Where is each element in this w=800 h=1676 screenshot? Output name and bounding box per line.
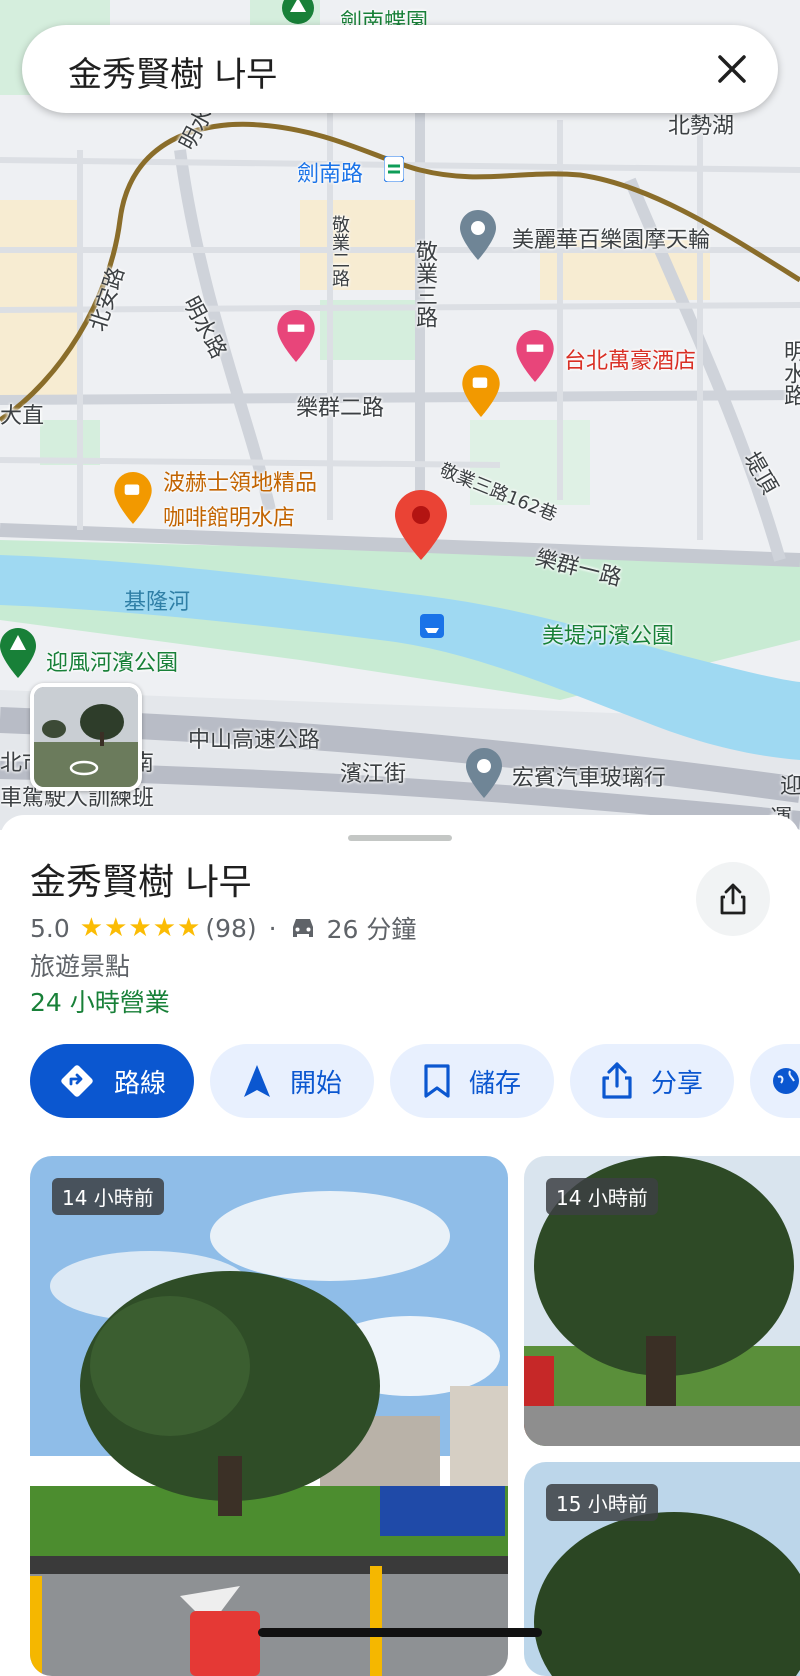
- place-title: 金秀賢樹 나무: [30, 862, 252, 903]
- cafe-pin-icon[interactable]: [114, 472, 152, 526]
- start-label: 開始: [289, 1068, 342, 1099]
- photo-secondary[interactable]: 14 小時前: [524, 1156, 800, 1446]
- rating-row: 5.0 ★★★★★ (98) · 26 分鐘: [30, 910, 416, 946]
- separator: ·: [268, 913, 277, 943]
- rating-value: 5.0: [30, 913, 70, 943]
- street-view-thumbnail[interactable]: [30, 683, 142, 791]
- map-label: 宏賓汽車玻璃行: [512, 766, 667, 791]
- directions-icon: [61, 1065, 93, 1097]
- map-label: 敬業二路: [329, 215, 350, 287]
- map-label: 迎: [780, 774, 800, 799]
- globe-icon: [773, 1068, 799, 1094]
- park-pin-icon[interactable]: [0, 628, 36, 680]
- photo-tertiary[interactable]: 15 小時前: [524, 1462, 800, 1676]
- search-bar[interactable]: 金秀賢樹 나무: [22, 25, 778, 113]
- drive-time: 26 分鐘: [326, 915, 417, 944]
- hotel-pin-icon[interactable]: [277, 310, 315, 364]
- map-label: 咖啡館明水店: [163, 506, 296, 531]
- map-label: 濱江街: [340, 762, 407, 787]
- sheet-drag-handle[interactable]: [348, 835, 452, 841]
- map-label: 波赫士領地精品: [163, 471, 318, 496]
- photo-timestamp: 14 小時前: [546, 1178, 658, 1215]
- rotate-360-icon: [69, 760, 99, 776]
- map-label: 基隆河: [124, 590, 191, 615]
- tree-photo: [30, 1156, 508, 1676]
- cafe-pin-icon[interactable]: [462, 365, 500, 419]
- review-count[interactable]: (98): [205, 914, 256, 943]
- map-label: 明水路: [780, 340, 800, 406]
- place-category: 旅遊景點: [30, 952, 131, 981]
- share-icon: [720, 883, 746, 915]
- map-label: 中山高速公路: [188, 728, 321, 753]
- share-action-button[interactable]: 分享: [570, 1044, 734, 1118]
- place-pin-icon[interactable]: [460, 210, 496, 262]
- save-button[interactable]: 儲存: [390, 1044, 554, 1118]
- map-label: 美堤河濱公園: [542, 624, 675, 649]
- directions-button[interactable]: 路線: [30, 1044, 194, 1118]
- selected-location-pin[interactable]: [395, 490, 447, 562]
- metro-station-icon[interactable]: [384, 156, 404, 182]
- save-label: 儲存: [468, 1068, 521, 1099]
- close-icon: [718, 55, 746, 83]
- directions-label: 路線: [113, 1068, 166, 1099]
- share-icon: [602, 1062, 632, 1099]
- ferry-icon[interactable]: [420, 614, 444, 638]
- map-label: 敬業三路: [412, 240, 437, 328]
- place-details-sheet: 金秀賢樹 나무 5.0 ★★★★★ (98) · 26 分鐘 旅遊景點 24 小…: [0, 815, 800, 1676]
- photo-main[interactable]: 14 小時前: [30, 1156, 508, 1676]
- map-label: 大直: [0, 404, 45, 429]
- share-label: 分享: [650, 1068, 703, 1099]
- bookmark-icon: [424, 1064, 450, 1098]
- share-button[interactable]: [696, 862, 770, 936]
- search-query-text[interactable]: 金秀賢樹 나무: [68, 47, 277, 96]
- place-pin-icon[interactable]: [466, 748, 502, 800]
- map-label: 美麗華百樂園摩天輪: [512, 228, 711, 253]
- map-label: 迎風河濱公園: [46, 651, 179, 676]
- open-hours[interactable]: 24 小時營業: [30, 983, 170, 1019]
- map-label: 劍南路: [297, 162, 364, 187]
- star-rating: ★★★★★: [79, 913, 202, 943]
- home-indicator[interactable]: [258, 1628, 542, 1637]
- start-button[interactable]: 開始: [210, 1044, 374, 1118]
- action-buttons: 路線 開始 儲存 分享: [30, 1044, 800, 1118]
- park-icon[interactable]: [280, 0, 316, 26]
- hotel-pin-icon[interactable]: [516, 330, 554, 384]
- photo-timestamp: 14 小時前: [52, 1178, 164, 1215]
- navigation-arrow-icon: [243, 1065, 270, 1097]
- map-label: 樂群二路: [296, 396, 385, 421]
- map-label: 台北萬豪酒店: [564, 349, 697, 374]
- close-search-button[interactable]: [702, 39, 762, 99]
- website-button[interactable]: [750, 1044, 800, 1118]
- car-icon: [292, 919, 313, 937]
- photo-timestamp: 15 小時前: [546, 1484, 658, 1521]
- map-view[interactable]: 劍南蝶園 北勢湖 劍南路 明水路 明水路 北安路 敬業二路 敬業三路 美麗華百樂…: [0, 0, 800, 830]
